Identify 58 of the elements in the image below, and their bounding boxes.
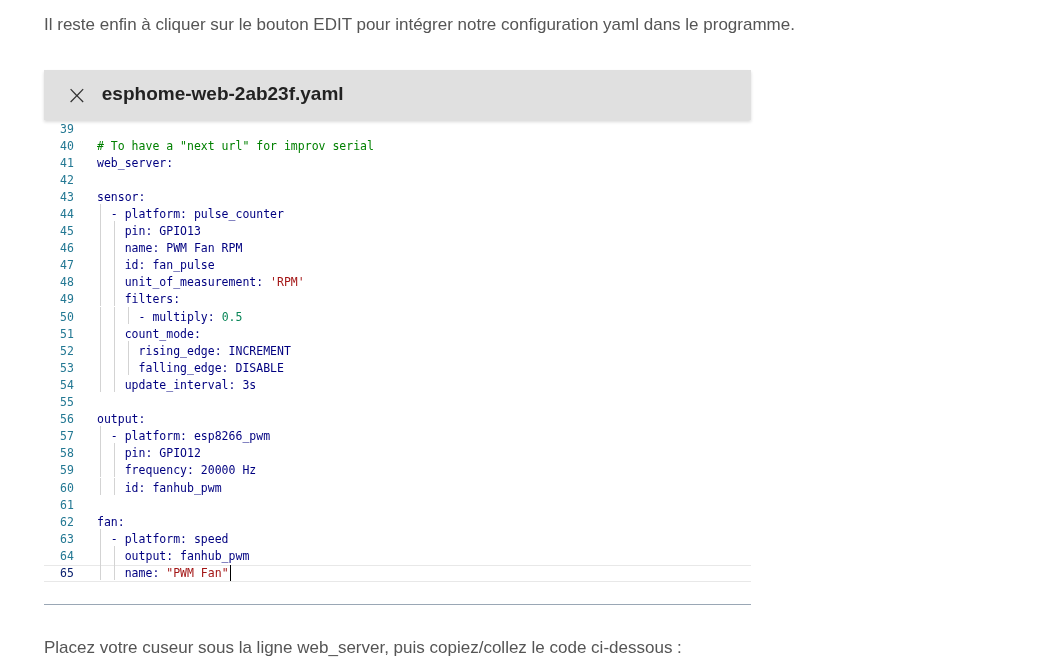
line-number: 59 bbox=[59, 462, 75, 480]
line-number: 39 bbox=[59, 120, 75, 138]
code-text: count_mode: bbox=[123, 325, 201, 343]
code-comment: # To have a "next url" for improv serial bbox=[97, 137, 374, 155]
text-cursor bbox=[229, 565, 232, 581]
code-text: - platform: speed bbox=[109, 530, 229, 548]
code-text: rising_edge: INCREMENT bbox=[137, 342, 291, 360]
line-number: 49 bbox=[59, 291, 75, 309]
line-number: 63 bbox=[59, 530, 75, 548]
code-text: output: bbox=[97, 411, 146, 429]
code-text: "PWM Fan" bbox=[166, 565, 229, 582]
line-number: 43 bbox=[59, 188, 75, 206]
code-text: 'RPM' bbox=[270, 274, 305, 292]
line-number: 50 bbox=[59, 308, 75, 326]
line-number: 42 bbox=[59, 171, 75, 189]
line-number: 41 bbox=[59, 154, 75, 172]
code-text: unit_of_measurement: bbox=[123, 274, 265, 292]
code-text: name: bbox=[123, 565, 161, 582]
line-number: 51 bbox=[59, 325, 75, 343]
code-text: filters: bbox=[123, 291, 181, 309]
code-text: pin: GPIO12 bbox=[123, 445, 201, 463]
line-number: 60 bbox=[59, 479, 75, 497]
line-number: 46 bbox=[59, 240, 75, 258]
line-number: 64 bbox=[59, 547, 75, 565]
file-title: esphome-web-2ab23f.yaml bbox=[101, 82, 344, 107]
line-number: 54 bbox=[59, 376, 75, 394]
code-text: fan: bbox=[97, 513, 125, 531]
line-number: 53 bbox=[59, 359, 75, 377]
line-number: 57 bbox=[59, 428, 75, 446]
code-text: id: fan_pulse bbox=[123, 257, 215, 275]
line-number: 52 bbox=[59, 342, 75, 360]
line-number: 47 bbox=[59, 257, 75, 275]
code-text: name: PWM Fan RPM bbox=[123, 240, 243, 258]
code-text: update_interval: 3s bbox=[123, 376, 257, 394]
line-number: 56 bbox=[59, 411, 75, 429]
line-number: 44 bbox=[59, 206, 75, 223]
code-text: frequency: 20000 Hz bbox=[123, 462, 257, 480]
line-number: 58 bbox=[59, 445, 75, 463]
line-number: 61 bbox=[59, 496, 75, 514]
intro-paragraph: Il reste enfin à cliquer sur le bouton EDIT pour intégrer notre configuration yaml dans le programme. bbox=[44, 14, 796, 36]
code-text: falling_edge: DISABLE bbox=[137, 359, 284, 377]
code-text: web_server: bbox=[97, 154, 174, 172]
code-text: sensor: bbox=[97, 188, 146, 206]
outro-paragraph: Placez votre cuseur sous la ligne web_server, puis copiez/collez le code ci-dessous : bbox=[44, 637, 683, 660]
code-text: 0.5 bbox=[221, 308, 243, 326]
line-number: 45 bbox=[59, 223, 75, 241]
close-button[interactable]: × bbox=[66, 81, 88, 108]
code-text: - platform: pulse_counter bbox=[109, 206, 284, 223]
code-text: pin: GPIO13 bbox=[123, 223, 201, 241]
line-number: 62 bbox=[59, 513, 75, 531]
line-number: 40 bbox=[59, 137, 75, 155]
line-number: 55 bbox=[59, 394, 75, 412]
code-text: - multiply: bbox=[137, 308, 216, 326]
line-number: 48 bbox=[59, 274, 75, 292]
code-text: output: fanhub_pwm bbox=[123, 547, 250, 565]
code-text: - platform: esp8266_pwm bbox=[109, 428, 271, 446]
line-number: 65 bbox=[59, 565, 75, 582]
code-text: id: fanhub_pwm bbox=[123, 479, 222, 497]
